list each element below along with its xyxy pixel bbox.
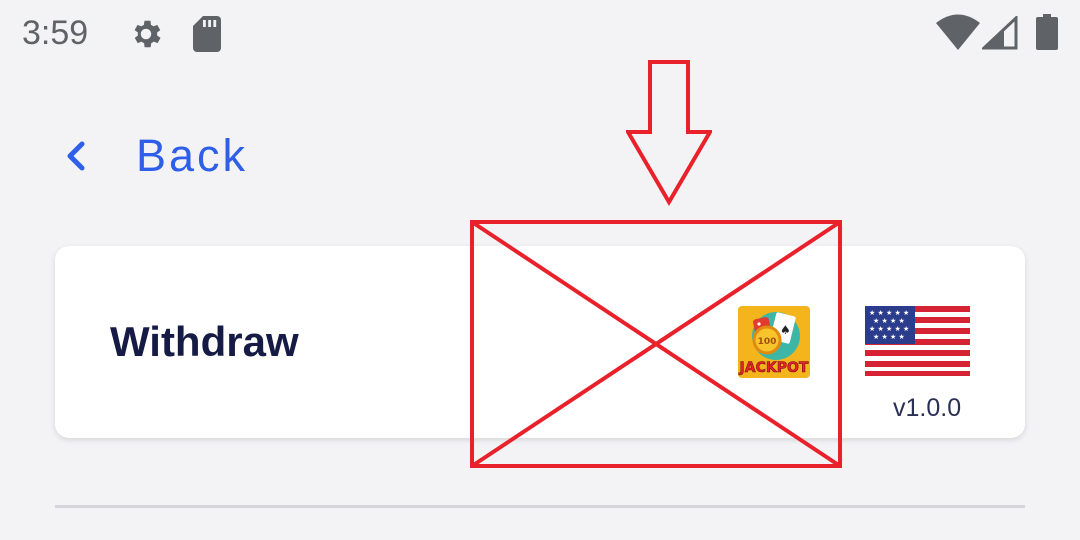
svg-text:★ ★ ★ ★: ★ ★ ★ ★	[873, 333, 905, 341]
wifi-icon	[936, 14, 980, 50]
us-flag-icon[interactable]: ★ ★ ★ ★ ★ ★ ★ ★ ★ ★ ★ ★ ★ ★ ★ ★ ★ ★	[865, 306, 970, 376]
svg-text:★ ★ ★ ★: ★ ★ ★ ★	[873, 317, 905, 325]
divider	[55, 505, 1025, 508]
cell-signal-icon	[982, 16, 1018, 50]
gear-icon	[134, 20, 161, 48]
annotation-cross-box	[470, 220, 842, 468]
battery-icon	[1036, 14, 1058, 50]
back-button[interactable]: Back	[62, 128, 248, 184]
annotation-down-arrow	[626, 60, 712, 206]
card-title: Withdraw	[110, 318, 299, 365]
version-label: v1.0.0	[893, 394, 962, 422]
status-bar: 3:59	[0, 0, 1080, 70]
back-label: Back	[136, 130, 249, 181]
status-time: 3:59	[22, 14, 89, 52]
sd-card-icon	[193, 16, 221, 52]
svg-text:★ ★ ★ ★ ★: ★ ★ ★ ★ ★	[869, 309, 909, 317]
svg-text:★ ★ ★ ★ ★: ★ ★ ★ ★ ★	[869, 325, 909, 333]
chevron-left-icon	[67, 141, 85, 171]
